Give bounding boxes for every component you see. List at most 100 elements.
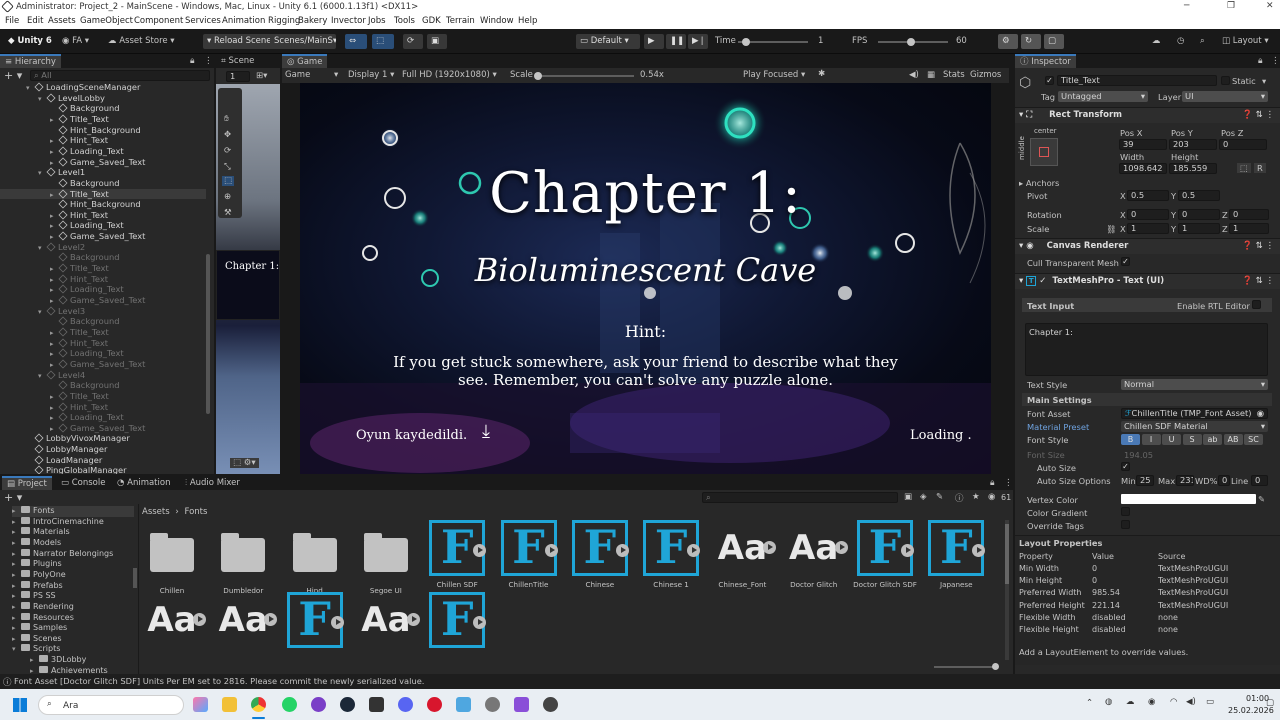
asset-item[interactable]: F Japanese xyxy=(924,520,988,589)
breadcrumb-assets[interactable]: Assets xyxy=(142,507,170,517)
hierarchy-row[interactable]: ▸ Hint_Text xyxy=(0,210,206,221)
asset-item[interactable]: F xyxy=(283,592,347,648)
hierarchy-row[interactable]: ▸ Title_Text xyxy=(0,188,206,200)
stats-grid-icon[interactable]: ▦ xyxy=(927,70,935,80)
project-tree-item[interactable]: ▸ Rendering xyxy=(12,601,74,613)
hierarchy-row[interactable]: PingGlobalManager xyxy=(0,465,206,474)
hierarchy-row[interactable]: ▾ Level4 xyxy=(0,370,206,381)
override-tags-checkbox[interactable] xyxy=(1121,520,1130,529)
project-tree-item[interactable]: ▸ Scenes xyxy=(12,633,62,645)
play-preview-icon[interactable] xyxy=(972,544,986,557)
menu-item-services[interactable]: Services xyxy=(185,16,221,26)
tag-icon[interactable]: ✎ xyxy=(936,492,943,502)
layer-dropdown[interactable]: UI ▾ xyxy=(1182,91,1268,102)
refresh-icon[interactable]: ↻ xyxy=(1021,34,1041,49)
play-preview-icon[interactable] xyxy=(901,544,914,557)
hierarchy-row[interactable]: Background xyxy=(0,103,206,114)
hierarchy-row[interactable]: ▸ Loading_Text xyxy=(0,284,206,295)
eyedropper-icon[interactable]: ✎ xyxy=(1258,494,1265,504)
font-style-button[interactable]: U xyxy=(1162,434,1181,445)
font-style-button[interactable]: S xyxy=(1182,434,1202,445)
play-preview-icon[interactable] xyxy=(834,541,848,554)
pivot-y-field[interactable]: 0.5 xyxy=(1178,190,1220,201)
tab-project[interactable]: ▤ Project xyxy=(2,476,52,490)
scene-zoom-field[interactable]: 1 xyxy=(226,71,250,82)
scale-y-field[interactable]: 1 xyxy=(1178,223,1220,234)
asset-item[interactable]: F Doctor Glitch SDF xyxy=(853,520,917,589)
font-style-button[interactable]: B xyxy=(1121,434,1140,445)
time-value[interactable]: 1 xyxy=(818,36,823,46)
transform-tool-icon[interactable]: ⊕ xyxy=(224,192,231,202)
blueprint-mode-icon[interactable]: ⬚ xyxy=(1237,163,1251,173)
github-icon[interactable] xyxy=(311,697,326,712)
hierarchy-row[interactable]: LobbyManager xyxy=(0,444,206,455)
static-checkbox[interactable] xyxy=(1221,76,1230,85)
play-preview-icon[interactable] xyxy=(687,544,701,557)
add-asset-button[interactable]: + ▾ xyxy=(4,491,22,504)
menu-item-bakery[interactable]: Bakery xyxy=(298,16,327,26)
font-style-button[interactable]: I xyxy=(1141,434,1161,445)
cloud-icon[interactable]: ☁ xyxy=(1152,36,1161,46)
asset-item[interactable]: Hind xyxy=(283,520,347,595)
foldout-arrow-icon[interactable]: ▸ xyxy=(12,506,21,517)
scene-overlay-icon[interactable]: ⬚ ⚙▾ xyxy=(230,458,259,468)
hierarchy-row[interactable]: Hint_Background xyxy=(0,125,206,136)
scale-slider[interactable] xyxy=(538,75,634,77)
project-search-input[interactable]: ⌕ xyxy=(702,492,898,503)
asset-item[interactable]: F Chinese 1 xyxy=(639,520,703,589)
pause-button[interactable]: ❚❚ xyxy=(666,34,686,49)
play-preview-icon[interactable] xyxy=(193,613,206,626)
asset-store-button[interactable]: ☁ Asset Store ▾ xyxy=(108,36,175,46)
hierarchy-row[interactable]: ▸ Game_Saved_Text xyxy=(0,295,206,306)
play-preview-icon[interactable] xyxy=(615,544,629,557)
font-style-button[interactable]: AB xyxy=(1223,434,1243,445)
menu-item-jobs[interactable]: Jobs xyxy=(368,16,386,26)
project-tree-item[interactable]: ▸ IntroCinemachine xyxy=(12,516,104,528)
hierarchy-row[interactable]: ▸ Title_Text xyxy=(0,391,206,402)
material-preset-dropdown[interactable]: Chillen SDF Material ▾ xyxy=(1121,421,1268,432)
play-preview-icon[interactable] xyxy=(264,613,278,626)
tray-steam-icon[interactable]: ◉ xyxy=(1148,697,1155,707)
add-object-button[interactable]: + ▾ xyxy=(4,69,22,82)
search-by-type-icon[interactable]: ▣ xyxy=(904,492,912,502)
asset-item[interactable]: Aa xyxy=(211,592,278,648)
more-menu-icon[interactable]: ⋮ xyxy=(1271,56,1280,66)
chevron-down-icon[interactable]: ▾ xyxy=(334,70,338,80)
custom-tool-icon[interactable]: ⚒ xyxy=(224,208,232,218)
asset-item[interactable]: Aa xyxy=(140,592,206,648)
settings-gear-icon[interactable] xyxy=(485,697,500,712)
font-style-button[interactable]: ab xyxy=(1203,434,1222,445)
rot-y-field[interactable]: 0 xyxy=(1178,209,1220,220)
asset-item[interactable]: F ChillenTitle xyxy=(497,520,561,589)
more-menu-icon[interactable]: ⋮ xyxy=(1004,478,1013,488)
project-tree-item[interactable]: ▸ Plugins xyxy=(12,559,62,570)
project-tree-item[interactable]: ▸ Achievements xyxy=(30,665,108,674)
foldout-arrow-icon[interactable]: ▸ xyxy=(12,591,21,602)
hierarchy-row[interactable]: ▸ Loading_Text xyxy=(0,146,206,157)
copilot-icon[interactable] xyxy=(193,697,208,712)
tray-discord-icon[interactable]: ◍ xyxy=(1105,697,1112,707)
search-by-label-icon[interactable]: ◈ xyxy=(920,492,927,502)
gear-icon[interactable]: ⚙ xyxy=(998,34,1018,49)
hand-tool-icon[interactable]: ✋︎ xyxy=(224,114,229,124)
vertex-color-swatch[interactable] xyxy=(1121,494,1256,504)
hierarchy-row[interactable]: ▸ Loading_Text xyxy=(0,412,206,423)
asset-item[interactable]: Segoe UI xyxy=(354,520,418,595)
icon-size-slider-knob[interactable] xyxy=(992,663,999,670)
hierarchy-row[interactable]: ▸ Hint_Text xyxy=(0,402,206,413)
grid-icon[interactable]: ⊞▾ xyxy=(256,71,267,81)
play-preview-icon[interactable] xyxy=(406,613,420,626)
constrain-link-icon[interactable]: ⛓ xyxy=(1106,224,1117,235)
foldout-arrow-icon[interactable]: ▸ xyxy=(30,666,39,674)
active-checkbox[interactable]: ✓ xyxy=(1045,76,1054,85)
anchor-presets-button[interactable] xyxy=(1030,138,1058,166)
min-field[interactable]: 25 xyxy=(1136,475,1154,486)
anchors-foldout[interactable]: ▸ Anchors xyxy=(1019,178,1059,188)
tray-cloud-icon[interactable]: ☁ xyxy=(1126,697,1135,707)
textmeshpro-header[interactable]: ▾ T ✓ TextMeshPro - Text (UI) ❓ ⇅ ⋮ xyxy=(1015,273,1280,289)
unity-editor-icon[interactable] xyxy=(543,697,558,712)
foldout-arrow-icon[interactable]: ▸ xyxy=(12,634,21,645)
color-gradient-checkbox[interactable] xyxy=(1121,507,1130,516)
unity-hub-icon[interactable] xyxy=(369,697,384,712)
asset-item[interactable]: Chillen xyxy=(140,520,204,595)
